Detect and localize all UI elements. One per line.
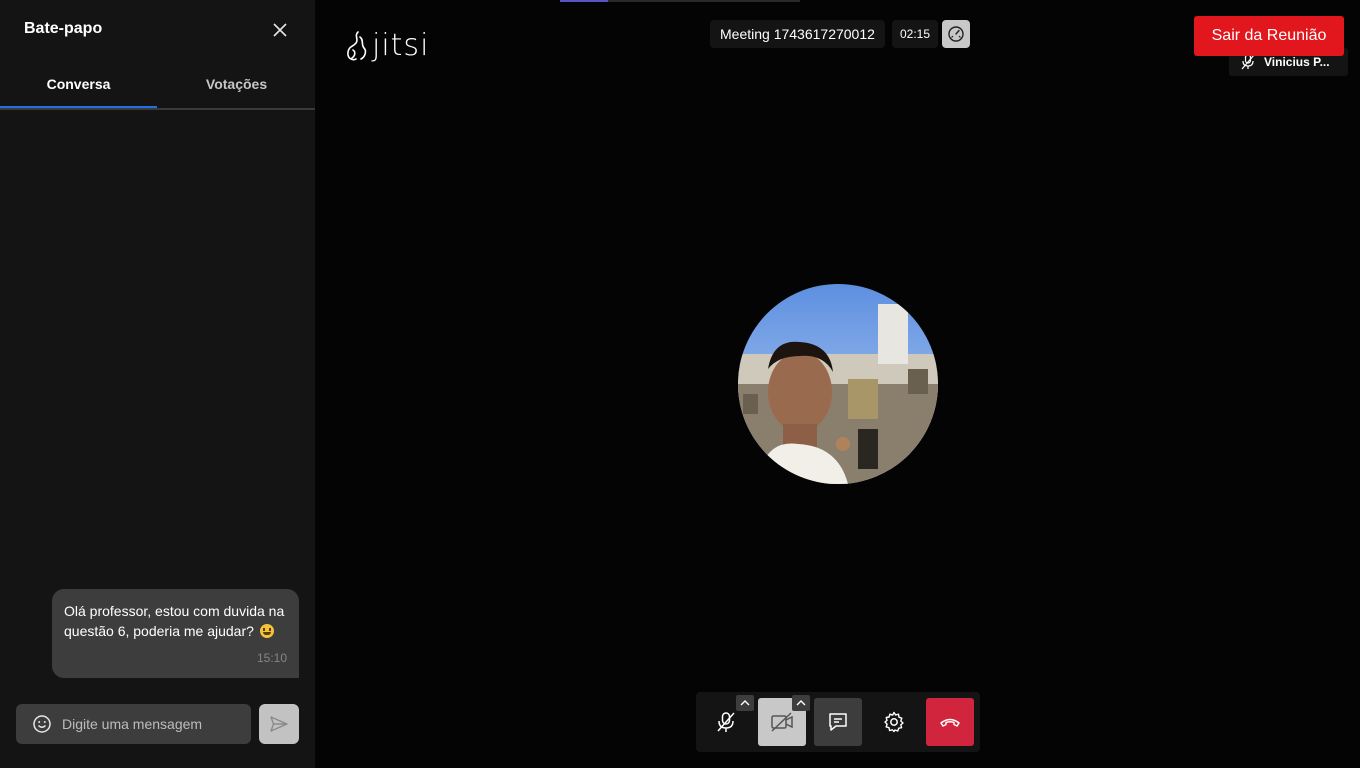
meeting-timer: 02:15 — [892, 20, 938, 48]
chat-title: Bate-papo — [24, 20, 103, 37]
gear-icon — [884, 711, 904, 733]
mic-off-icon — [1241, 54, 1255, 70]
chat-panel: Bate-papo Conversa Votações Olá professo… — [0, 0, 315, 768]
audio-options-caret[interactable] — [736, 695, 754, 711]
connection-quality-button[interactable] — [942, 20, 970, 48]
jitsi-logo-text: jitsi — [372, 28, 430, 63]
chat-message-text: Olá professor, estou com duvida na quest… — [64, 603, 285, 639]
chat-header: Bate-papo — [0, 0, 315, 60]
jitsi-app: Bate-papo Conversa Votações Olá professo… — [0, 0, 1360, 768]
chat-message-time: 15:10 — [256, 651, 287, 665]
tab-conversa[interactable]: Conversa — [0, 60, 157, 110]
close-chat-button[interactable] — [268, 18, 292, 42]
chat-icon — [829, 713, 847, 731]
chevron-up-icon — [796, 700, 806, 706]
message-input-placeholder: Digite uma mensagem — [62, 716, 203, 732]
participant-name: Vinicius P... — [1264, 55, 1330, 69]
toolbar — [696, 692, 980, 752]
meeting-title: Meeting 1743617270012 — [710, 20, 885, 48]
leave-meeting-button[interactable]: Sair da Reunião — [1194, 16, 1344, 56]
emoji-picker-icon[interactable] — [32, 714, 52, 734]
connection-progress — [560, 0, 800, 2]
message-input[interactable]: Digite uma mensagem — [16, 704, 251, 744]
send-icon — [270, 716, 288, 732]
chat-tabs: Conversa Votações — [0, 60, 315, 110]
mic-off-icon — [717, 712, 735, 732]
send-button[interactable] — [259, 704, 299, 744]
toggle-chat-button[interactable] — [814, 698, 862, 746]
settings-button[interactable] — [870, 698, 918, 746]
camera-off-icon — [771, 712, 793, 732]
close-icon — [273, 23, 287, 37]
participant-photo — [738, 284, 938, 484]
grinning-face-icon — [259, 624, 274, 638]
hangup-button[interactable] — [926, 698, 974, 746]
jitsi-logo-icon — [347, 31, 367, 61]
participant-avatar[interactable] — [738, 284, 938, 484]
chevron-up-icon — [740, 700, 750, 706]
tab-votacoes[interactable]: Votações — [158, 60, 315, 110]
gauge-icon — [948, 26, 964, 42]
video-options-caret[interactable] — [792, 695, 810, 711]
hangup-icon — [940, 718, 960, 727]
chat-message: Olá professor, estou com duvida na quest… — [52, 589, 299, 678]
active-tab-indicator — [0, 106, 157, 108]
